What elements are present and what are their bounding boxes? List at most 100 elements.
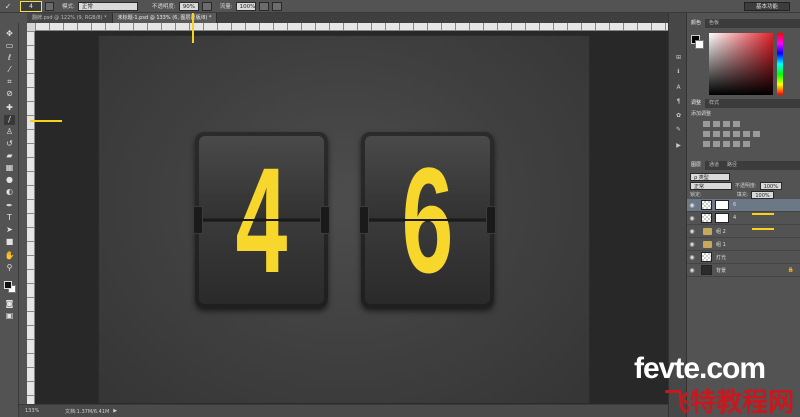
rectangle-tool-icon[interactable]: ■ (4, 237, 15, 247)
channel-mixer-icon[interactable] (753, 131, 760, 137)
brush-tool-icon[interactable]: ✓ (0, 0, 16, 12)
healing-brush-tool-icon[interactable]: ✚ (4, 103, 15, 113)
brush-preset-picker[interactable]: 4 (20, 0, 42, 12)
document-canvas[interactable]: 4 6 (98, 35, 590, 404)
layer-row[interactable]: ◉ 组 1 (687, 238, 800, 251)
tab-document-2[interactable]: 未标题-1.psd @ 133% (6, 图层蒙版/8) * (112, 13, 218, 23)
lasso-tool-icon[interactable]: ℓ (4, 53, 15, 63)
exposure-icon[interactable] (733, 121, 740, 127)
crop-tool-icon[interactable]: ⌗ (4, 77, 15, 87)
tab-channels[interactable]: 通道 (705, 161, 723, 170)
layer-row[interactable]: ◉ 6 (687, 199, 800, 212)
history-panel-icon[interactable]: ⊞ (673, 53, 684, 62)
blur-tool-icon[interactable]: ● (4, 175, 15, 185)
airbrush-button[interactable] (258, 1, 269, 11)
type-tool-icon[interactable]: T (4, 213, 15, 223)
pressure-opacity-button[interactable] (201, 1, 212, 11)
layer-thumbnail (701, 252, 712, 262)
quick-select-tool-icon[interactable]: ⁄ (4, 65, 15, 75)
properties-panel-icon[interactable]: ℹ (673, 67, 684, 76)
flow-input[interactable]: 100% (235, 1, 256, 11)
move-tool-icon[interactable]: ✥ (4, 29, 15, 39)
threshold-icon[interactable] (723, 141, 730, 147)
eraser-tool-icon[interactable]: ▰ (4, 151, 15, 161)
screen-mode-icon[interactable]: ▣ (4, 311, 15, 321)
layer-row[interactable]: ◉ 灯光 (687, 251, 800, 264)
status-menu-arrow-icon[interactable]: ▶ (113, 408, 117, 414)
color-panel-background-swatch[interactable] (695, 40, 704, 49)
levels-icon[interactable] (713, 121, 720, 127)
dodge-tool-icon[interactable]: ◐ (4, 187, 15, 197)
zoom-level[interactable]: 133% (19, 408, 45, 414)
tab-adjustments[interactable]: 调整 (687, 99, 706, 108)
layer-mask-thumbnail[interactable] (715, 200, 729, 210)
lock-label: 锁定: (690, 192, 702, 198)
layer-name: 6 (733, 202, 737, 208)
gradient-tool-icon[interactable]: ▦ (4, 163, 15, 173)
selective-color-icon[interactable] (743, 141, 750, 147)
tab-color[interactable]: 颜色 (687, 19, 706, 28)
tab-layers[interactable]: 图层 (687, 161, 706, 170)
paragraph-panel-icon[interactable]: ¶ (673, 97, 684, 106)
foreground-color-swatch[interactable] (4, 281, 12, 289)
character-panel-icon[interactable]: A (673, 83, 684, 92)
layer-row[interactable]: ◉ 背景 🔒 (687, 264, 800, 277)
fill-input[interactable]: 100% (751, 190, 774, 199)
horizontal-ruler[interactable] (35, 23, 679, 31)
posterize-icon[interactable] (713, 141, 720, 147)
watermark: fevte.com 飞特教程网 (630, 352, 800, 417)
tab-paths[interactable]: 路径 (723, 161, 741, 170)
quick-mask-icon[interactable]: ◙ (4, 299, 15, 309)
marquee-tool-icon[interactable]: ▭ (4, 41, 15, 51)
blend-mode-select[interactable]: 正常 (690, 181, 732, 190)
hue-slider[interactable] (777, 33, 783, 95)
tab-swatches[interactable]: 色板 (705, 19, 723, 28)
layer-row[interactable]: ◉ 组 2 (687, 225, 800, 238)
ruler-origin[interactable] (27, 23, 35, 31)
workspace-switcher[interactable]: 基本功能 (744, 2, 790, 11)
brush-tool-icon[interactable]: / (4, 115, 15, 125)
color-balance-icon[interactable] (723, 131, 730, 137)
visibility-eye-icon[interactable]: ◉ (687, 254, 697, 261)
tool-presets-panel-icon[interactable]: ✎ (673, 125, 684, 134)
opacity-label: 不透明度: (151, 4, 176, 10)
pen-tool-icon[interactable]: ✒ (4, 201, 15, 211)
zoom-tool-icon[interactable]: ⚲ (4, 263, 15, 273)
brightness-icon[interactable] (703, 121, 710, 127)
brush-presets-panel-icon[interactable]: ✿ (673, 111, 684, 120)
photo-filter-icon[interactable] (743, 131, 750, 137)
brush-panel-toggle-icon[interactable] (45, 1, 54, 11)
adjustments-panel: 调整 样式 添加调整 (687, 99, 800, 149)
actions-panel-icon[interactable]: ▶ (673, 141, 684, 150)
pressure-size-button[interactable] (271, 1, 282, 11)
vertical-ruler[interactable] (27, 31, 35, 404)
visibility-eye-icon[interactable]: ◉ (687, 241, 697, 248)
tab-styles[interactable]: 样式 (705, 99, 723, 108)
history-brush-tool-icon[interactable]: ↺ (4, 139, 15, 149)
path-select-tool-icon[interactable]: ➤ (4, 225, 15, 235)
mode-select[interactable]: 正常 (77, 1, 138, 11)
layer-kind-filter[interactable]: ρ 类型 (690, 172, 730, 181)
layer-mask-thumbnail[interactable] (715, 213, 729, 223)
visibility-eye-icon[interactable]: ◉ (687, 228, 697, 235)
black-white-icon[interactable] (733, 131, 740, 137)
hand-tool-icon[interactable]: ✋ (4, 251, 15, 261)
tab-document-1[interactable]: 翻牌.psd @ 122% (9, RGB/8) * (27, 13, 113, 23)
visibility-eye-icon[interactable]: ◉ (687, 215, 697, 222)
layer-opacity-input[interactable]: 100% (759, 181, 782, 190)
brush-size-value: 4 (29, 2, 33, 10)
hue-saturation-icon[interactable] (713, 131, 720, 137)
curves-icon[interactable] (723, 121, 730, 127)
eyedropper-tool-icon[interactable]: ⊘ (4, 89, 15, 99)
layer-row[interactable]: ◉ 4 (687, 212, 800, 225)
watermark-url: fevte.com (634, 352, 766, 385)
clone-stamp-tool-icon[interactable]: ♙ (4, 127, 15, 137)
vibrance-icon[interactable] (703, 131, 710, 137)
color-field[interactable] (709, 33, 773, 95)
visibility-eye-icon[interactable]: ◉ (687, 267, 697, 274)
visibility-eye-icon[interactable]: ◉ (687, 202, 697, 209)
opacity-input[interactable]: 90% (178, 1, 199, 11)
gradient-map-icon[interactable] (733, 141, 740, 147)
invert-icon[interactable] (703, 141, 710, 147)
layer-opacity-label: 不透明度: (735, 183, 757, 189)
